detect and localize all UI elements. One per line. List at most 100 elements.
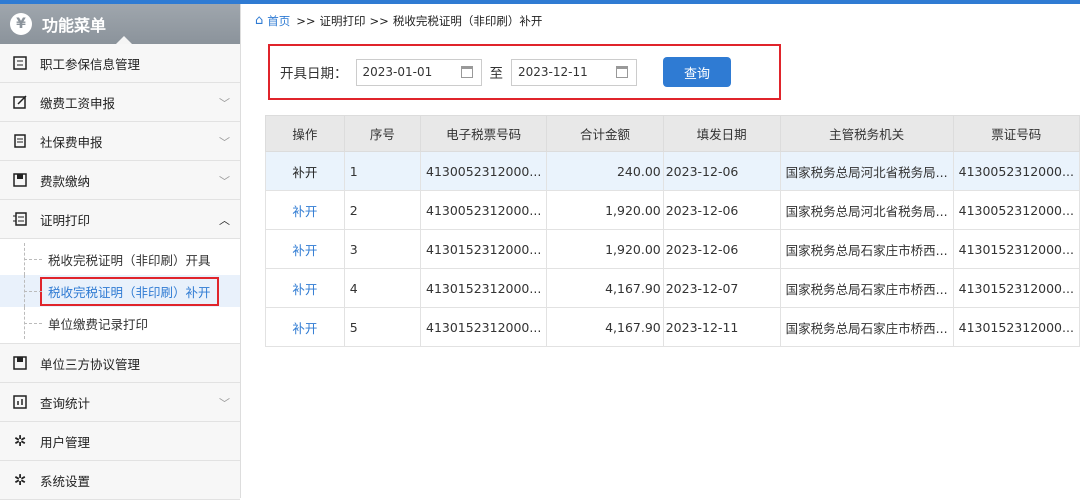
table-row[interactable]: 补开 3 4130152312000... 1,920.00 2023-12-0… xyxy=(265,229,1080,269)
sidebar-item-label: 社保费申报 xyxy=(40,134,103,150)
col-header-ticket[interactable]: 电子税票号码 xyxy=(419,115,548,152)
sidebar-item-label: 费款缴纳 xyxy=(40,173,91,189)
submenu-cert-print: 税收完税证明（非印刷）开具 税收完税证明（非印刷）补开 单位缴费记录打印 xyxy=(0,239,240,344)
sidebar-item-tripartite[interactable]: 单位三方协议管理 xyxy=(0,344,240,383)
reissue-link[interactable]: 补开 xyxy=(265,229,345,269)
query-button[interactable]: 查询 xyxy=(663,57,731,87)
sidebar-item-user-mgmt[interactable]: ✲ 用户管理 xyxy=(0,422,240,461)
document-icon xyxy=(12,133,28,149)
table-header-row: 操作 序号 电子税票号码 合计金额 填发日期 主管税务机关 票证号码 xyxy=(265,115,1080,152)
col-header-seq[interactable]: 序号 xyxy=(343,115,422,152)
cell-office: 国家税务总局河北省税务局... xyxy=(779,190,954,230)
main-content: ⌂ 首页 >> 证明打印 >> 税收完税证明（非印刷）补开 开具日期： 2023… xyxy=(241,4,1080,498)
header-notch xyxy=(116,36,132,44)
breadcrumb-level1: 证明打印 xyxy=(319,13,366,28)
gear-icon: ✲ xyxy=(13,471,27,489)
cell-seq: 2 xyxy=(343,190,422,230)
cell-voucher: 4130152312000... xyxy=(952,307,1080,347)
cell-voucher: 4130052312000... xyxy=(952,151,1080,191)
reissue-link[interactable]: 补开 xyxy=(265,190,345,230)
breadcrumb-level2: 税收完税证明（非印刷）补开 xyxy=(392,13,543,28)
sidebar-item-social-declare[interactable]: 社保费申报 ﹀ xyxy=(0,122,240,161)
col-header-date[interactable]: 填发日期 xyxy=(662,115,781,152)
col-header-office[interactable]: 主管税务机关 xyxy=(779,115,954,152)
reissue-link[interactable]: 补开 xyxy=(265,268,345,308)
cell-voucher: 4130052312000... xyxy=(952,190,1080,230)
chevron-down-icon: ﹀ xyxy=(219,397,230,410)
reissue-link[interactable]: 补开 xyxy=(265,151,345,191)
print-list-icon xyxy=(12,211,28,227)
col-header-action[interactable]: 操作 xyxy=(265,115,345,152)
chevron-down-icon: ﹀ xyxy=(219,97,230,110)
date-range-to-label: 至 xyxy=(489,66,504,82)
sidebar-item-label: 缴费工资申报 xyxy=(40,95,116,111)
results-table: 操作 序号 电子税票号码 合计金额 填发日期 主管税务机关 票证号码 补开 1 … xyxy=(265,115,1080,347)
cell-amount: 1,920.00 xyxy=(546,190,664,230)
end-date-value: 2023-12-11 xyxy=(518,65,588,79)
cell-amount: 4,167.90 xyxy=(546,268,664,308)
sidebar-item-payment[interactable]: 费款缴纳 ﹀ xyxy=(0,161,240,200)
calendar-icon[interactable] xyxy=(460,65,473,78)
cell-amount: 240.00 xyxy=(546,151,664,191)
cell-ticket: 4130152312000... xyxy=(419,307,548,347)
cell-ticket: 4130152312000... xyxy=(419,268,548,308)
bookmark-icon xyxy=(12,355,28,371)
cell-seq: 1 xyxy=(343,151,422,191)
cell-seq: 4 xyxy=(343,268,422,308)
sidebar-item-query-stats[interactable]: 查询统计 ﹀ xyxy=(0,383,240,422)
breadcrumb-separator: >> xyxy=(296,13,316,28)
reissue-link[interactable]: 补开 xyxy=(265,307,345,347)
breadcrumb-separator: >> xyxy=(369,13,389,28)
sidebar-item-label: 系统设置 xyxy=(40,473,91,489)
start-date-input[interactable]: 2023-01-01 xyxy=(355,58,482,86)
sidebar-title: 功能菜单 xyxy=(42,16,107,35)
sidebar-item-wage-declare[interactable]: 缴费工资申报 ﹀ xyxy=(0,83,240,122)
cell-date: 2023-12-06 xyxy=(662,190,781,230)
cell-office: 国家税务总局石家庄市桥西... xyxy=(779,268,954,308)
cell-voucher: 4130152312000... xyxy=(952,229,1080,269)
subitem-cert-reissue[interactable]: 税收完税证明（非印刷）补开 xyxy=(0,275,240,307)
breadcrumb-home-link[interactable]: 首页 xyxy=(267,13,290,29)
cell-amount: 4,167.90 xyxy=(546,307,664,347)
sidebar-item-cert-print[interactable]: 证明打印 ︿ xyxy=(0,200,240,239)
cell-seq: 3 xyxy=(343,229,422,269)
sidebar-item-label: 职工参保信息管理 xyxy=(40,56,141,72)
cell-seq: 5 xyxy=(343,307,422,347)
cell-date: 2023-12-11 xyxy=(662,307,781,347)
col-header-voucher[interactable]: 票证号码 xyxy=(952,115,1080,152)
chevron-down-icon: ﹀ xyxy=(219,175,230,188)
issue-date-label: 开具日期： xyxy=(280,66,348,82)
subitem-label: 单位缴费记录打印 xyxy=(48,316,149,332)
chevron-up-icon: ︿ xyxy=(219,214,230,227)
cell-office: 国家税务总局石家庄市桥西... xyxy=(779,307,954,347)
cell-voucher: 4130152312000... xyxy=(952,268,1080,308)
subitem-label: 税收完税证明（非印刷）开具 xyxy=(48,252,211,268)
sidebar-item-system-settings[interactable]: ✲ 系统设置 xyxy=(0,461,240,500)
end-date-input[interactable]: 2023-12-11 xyxy=(511,58,637,86)
table-row[interactable]: 补开 1 4130052312000... 240.00 2023-12-06 … xyxy=(265,151,1080,191)
subitem-payment-record-print[interactable]: 单位缴费记录打印 xyxy=(0,307,240,339)
yen-icon: ¥ xyxy=(10,13,32,35)
sidebar-item-label: 用户管理 xyxy=(40,434,91,450)
calendar-icon[interactable] xyxy=(616,65,628,78)
cell-ticket: 4130152312000... xyxy=(419,229,548,269)
cell-date: 2023-12-06 xyxy=(662,151,781,191)
date-filter-box: 开具日期： 2023-01-01 至 2023-12-11 查询 xyxy=(268,44,781,100)
sidebar-header: ¥ 功能菜单 xyxy=(0,4,240,44)
cell-date: 2023-12-07 xyxy=(662,268,781,308)
cell-office: 国家税务总局河北省税务局... xyxy=(779,151,954,191)
subitem-cert-issue[interactable]: 税收完税证明（非印刷）开具 xyxy=(0,243,240,275)
table-row[interactable]: 补开 4 4130152312000... 4,167.90 2023-12-0… xyxy=(265,268,1080,308)
cell-amount: 1,920.00 xyxy=(546,229,664,269)
chevron-down-icon: ﹀ xyxy=(219,136,230,149)
sidebar-item-employee-info[interactable]: 职工参保信息管理 xyxy=(0,44,240,83)
cell-date: 2023-12-06 xyxy=(662,229,781,269)
bookmark-icon xyxy=(12,172,28,188)
breadcrumb: ⌂ 首页 >> 证明打印 >> 税收完税证明（非印刷）补开 xyxy=(241,4,1080,37)
start-date-value: 2023-01-01 xyxy=(362,65,433,79)
col-header-amount[interactable]: 合计金额 xyxy=(546,115,664,152)
cell-office: 国家税务总局石家庄市桥西... xyxy=(779,229,954,269)
table-row[interactable]: 补开 2 4130052312000... 1,920.00 2023-12-0… xyxy=(265,190,1080,230)
table-row[interactable]: 补开 5 4130152312000... 4,167.90 2023-12-1… xyxy=(265,307,1080,347)
sidebar-item-label: 证明打印 xyxy=(40,212,91,228)
